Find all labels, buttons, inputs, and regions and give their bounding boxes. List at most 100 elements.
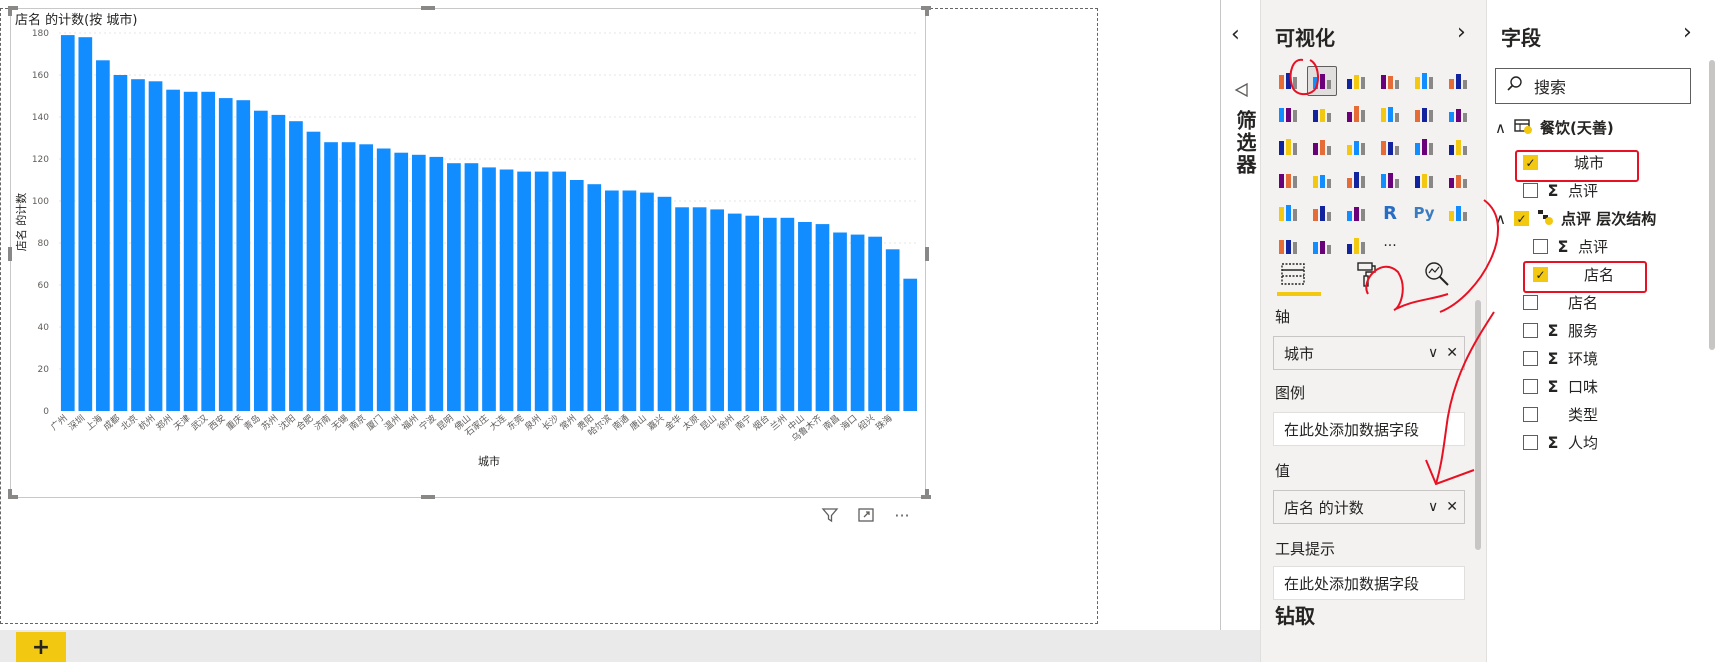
tooltip-well[interactable]: 在此处添加数据字段	[1273, 566, 1465, 600]
chevron-right-icon[interactable]: ›	[1457, 20, 1466, 45]
bar[interactable]	[675, 207, 689, 411]
bar[interactable]	[359, 144, 373, 412]
visual-type-icon[interactable]	[1375, 99, 1405, 129]
visual-type-icon[interactable]	[1341, 66, 1371, 96]
visual-type-icon[interactable]	[1307, 132, 1337, 162]
bar[interactable]	[253, 110, 268, 411]
visual-type-icon[interactable]	[1307, 198, 1337, 228]
axis-well[interactable]: 城市 ∨ ✕	[1273, 336, 1465, 370]
bar[interactable]	[324, 142, 338, 411]
bar-chart[interactable]: 店名 的计数(按 城市) 0 20 40 60 80 100 120 140 160 180 广州深圳…	[11, 9, 927, 499]
visual-type-icon[interactable]	[1341, 165, 1371, 195]
filter-pane-icon[interactable]	[1233, 82, 1249, 102]
visual-type-icon[interactable]	[1307, 66, 1337, 96]
field-row[interactable]: Σ 服务	[1523, 320, 1598, 341]
close-icon[interactable]: ✕	[1446, 345, 1458, 361]
field-row[interactable]: Σ 点评	[1533, 236, 1608, 257]
resize-handle[interactable]	[8, 489, 12, 499]
bar[interactable]	[429, 156, 444, 411]
visual-type-icon[interactable]	[1443, 99, 1473, 129]
resize-handle[interactable]	[925, 489, 929, 499]
bar[interactable]	[236, 100, 251, 411]
visual-type-icon[interactable]	[1273, 132, 1303, 162]
bar[interactable]	[727, 213, 742, 411]
bar[interactable]	[587, 184, 602, 411]
bar[interactable]	[815, 224, 830, 411]
field-row[interactable]: Σ 口味	[1523, 376, 1598, 397]
bar[interactable]	[605, 190, 619, 412]
visual-type-icon[interactable]: R	[1375, 198, 1405, 228]
field-row[interactable]: Σ 环境	[1523, 348, 1598, 369]
analytics-magnifier-icon[interactable]	[1419, 256, 1455, 292]
field-row[interactable]: Σ 点评	[1523, 180, 1598, 201]
bar[interactable]	[710, 209, 725, 411]
bar[interactable]	[622, 190, 637, 412]
bar[interactable]	[394, 152, 409, 411]
visual-type-icon[interactable]	[1409, 132, 1439, 162]
bar[interactable]	[762, 217, 777, 411]
chevron-down-icon[interactable]: ∨	[1428, 345, 1438, 361]
chevron-up-icon[interactable]: ∧	[1495, 119, 1506, 137]
visual-type-icon[interactable]	[1375, 165, 1405, 195]
bar[interactable]	[499, 169, 514, 412]
bar[interactable]	[780, 217, 795, 411]
field-search-box[interactable]: 搜索	[1495, 68, 1691, 104]
field-checkbox[interactable]	[1523, 183, 1538, 198]
field-checkbox[interactable]	[1523, 295, 1538, 310]
bar[interactable]	[131, 79, 145, 411]
field-checkbox[interactable]	[1523, 435, 1538, 450]
bar[interactable]	[447, 163, 461, 411]
report-canvas[interactable]: 店名 的计数(按 城市) 0 20 40 60 80 100 120 140 160 180 广州 深圳…	[0, 0, 1220, 662]
bar[interactable]	[166, 89, 180, 411]
bar[interactable]	[640, 192, 654, 411]
bar-chart-visual[interactable]: 店名 的计数(按 城市) 0 20 40 60 80 100 120 140 160 180 广州 深圳…	[8, 6, 931, 499]
bar[interactable]	[850, 234, 865, 411]
field-row[interactable]: 类型	[1523, 404, 1598, 425]
visual-type-icon[interactable]	[1273, 198, 1303, 228]
visual-type-icon[interactable]	[1409, 66, 1439, 96]
legend-well[interactable]: 在此处添加数据字段	[1273, 412, 1465, 446]
bar[interactable]	[798, 222, 812, 411]
bar[interactable]	[517, 171, 531, 411]
visual-type-icon[interactable]	[1409, 99, 1439, 129]
bar[interactable]	[113, 75, 128, 411]
more-options-icon[interactable]: ···	[892, 505, 912, 525]
bar[interactable]	[201, 91, 216, 412]
resize-handle[interactable]	[421, 495, 435, 499]
field-hierarchy-row[interactable]: ∧ ✓ 点评 层次结构	[1495, 208, 1656, 229]
resize-handle[interactable]	[925, 6, 929, 16]
chevron-left-icon[interactable]: ‹	[1231, 22, 1240, 47]
bar[interactable]	[885, 249, 900, 411]
visual-type-icon[interactable]: Py	[1409, 198, 1439, 228]
resize-handle[interactable]	[421, 6, 435, 10]
viz-pane-scrollbar[interactable]	[1475, 300, 1481, 550]
visual-type-icon[interactable]	[1443, 198, 1473, 228]
field-checkbox[interactable]	[1523, 379, 1538, 394]
values-well[interactable]: 店名 的计数 ∨ ✕	[1273, 490, 1465, 524]
bar[interactable]	[482, 167, 496, 411]
chevron-right-icon[interactable]: ›	[1683, 20, 1692, 45]
visual-type-icon[interactable]	[1273, 165, 1303, 195]
field-row[interactable]: Σ 人均	[1523, 432, 1598, 453]
resize-handle[interactable]	[8, 247, 12, 261]
field-checkbox[interactable]	[1523, 323, 1538, 338]
bar[interactable]	[271, 114, 286, 412]
field-checkbox[interactable]	[1523, 407, 1538, 422]
bar[interactable]	[341, 142, 356, 411]
visual-type-icon[interactable]	[1341, 198, 1371, 228]
field-row[interactable]: 店名	[1523, 292, 1598, 313]
visual-type-icon[interactable]	[1341, 132, 1371, 162]
bar[interactable]	[411, 154, 426, 412]
bar[interactable]	[148, 81, 163, 412]
add-page-button[interactable]: +	[16, 632, 66, 662]
bar[interactable]	[60, 35, 75, 411]
bar[interactable]	[552, 171, 567, 411]
field-checkbox[interactable]: ✓	[1513, 211, 1529, 226]
bar[interactable]	[306, 131, 321, 411]
visual-type-icon[interactable]	[1443, 132, 1473, 162]
visual-type-icon[interactable]	[1375, 132, 1405, 162]
visual-type-icon[interactable]	[1307, 165, 1337, 195]
chevron-down-icon[interactable]: ∨	[1428, 499, 1438, 515]
fields-well-tab-icon[interactable]	[1275, 256, 1311, 292]
bar[interactable]	[376, 148, 391, 412]
